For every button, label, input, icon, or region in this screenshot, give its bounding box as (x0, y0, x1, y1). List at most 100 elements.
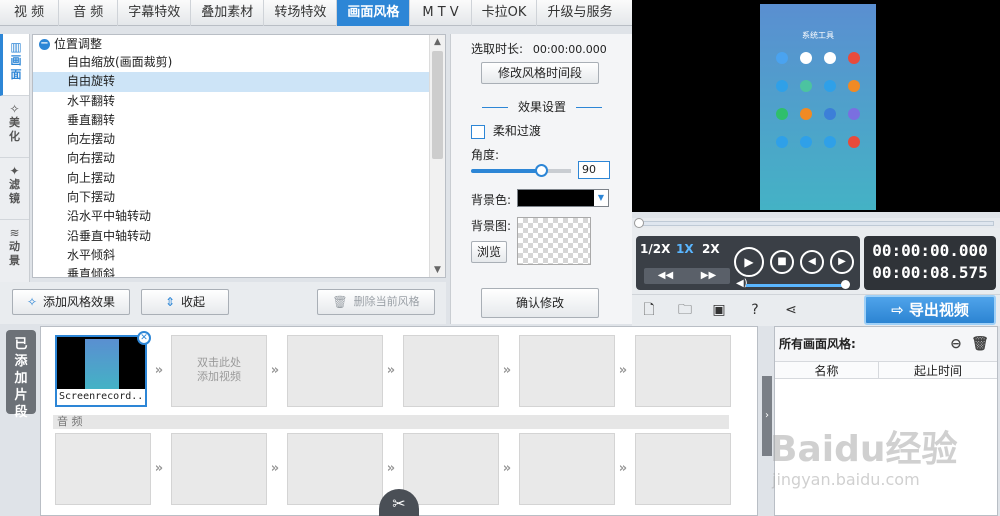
app-icon (776, 136, 788, 148)
applied-styles-header: 所有画面风格: ⊖ 🗑 (775, 327, 997, 361)
scroll-down-icon[interactable]: ▼ (430, 263, 445, 277)
list-item[interactable]: 向上摆动 (33, 169, 445, 188)
empty-clip-slot[interactable] (519, 335, 615, 407)
progress-track[interactable] (636, 221, 994, 226)
scissors-icon: ✂ (392, 494, 406, 513)
tab-subtitle-effects[interactable]: 字幕特效 (118, 0, 192, 26)
app-icon (848, 108, 860, 120)
app-icon (776, 52, 788, 64)
tab-overlay[interactable]: 叠加素材 (191, 0, 265, 26)
empty-clip-slot[interactable] (635, 335, 731, 407)
tab-mtv[interactable]: M T V (410, 0, 472, 26)
next-frame-button[interactable]: ▶ (830, 250, 854, 274)
app-icon (848, 80, 860, 92)
scroll-up-icon[interactable]: ▲ (430, 35, 445, 49)
clip-thumbnail[interactable]: Screenrecord... ✕ (55, 331, 151, 407)
tab-karaoke[interactable]: 卡拉OK (472, 0, 538, 26)
list-item[interactable]: 向左摆动 (33, 130, 445, 149)
list-item[interactable]: 垂直倾斜 (33, 265, 445, 277)
list-item[interactable]: 垂直翻转 (33, 111, 445, 130)
add-hint: 添加视频 (197, 370, 241, 383)
scroll-thumb[interactable] (432, 51, 443, 159)
clip-name: Screenrecord... (57, 389, 145, 405)
collapse-group-icon[interactable]: − (39, 38, 50, 50)
app-icon-grid (770, 52, 866, 148)
angle-slider-knob[interactable] (535, 164, 548, 177)
side-tab-beautify[interactable]: ✧ 美化 (0, 96, 29, 158)
modify-segment-button[interactable]: 修改风格时间段 (481, 62, 599, 84)
bg-color-select[interactable]: ▼ (517, 189, 609, 207)
new-project-icon[interactable]: 🗋 (640, 301, 658, 319)
back-arrow-icon[interactable]: ⊖ (947, 335, 965, 353)
remove-clip-icon[interactable]: ✕ (137, 331, 151, 345)
list-item[interactable]: 自由缩放(画面裁剪) (33, 53, 445, 72)
prev-frame-button[interactable]: ◀ (800, 250, 824, 274)
list-item[interactable]: 沿垂直中轴转动 (33, 227, 445, 246)
save-icon[interactable]: ▣ (710, 301, 728, 319)
soft-transition-checkbox[interactable] (471, 124, 485, 139)
volume-slider[interactable] (746, 284, 846, 287)
tab-audio[interactable]: 音 频 (59, 0, 119, 26)
chevron-right-icon: › (765, 410, 769, 421)
duration-value: 00:00:00.000 (532, 43, 607, 56)
angle-input[interactable]: 90 (578, 161, 610, 179)
stop-button[interactable]: ■ (770, 250, 794, 274)
app-icon (776, 108, 788, 120)
preview-frame-title: 系统工具 (802, 31, 834, 40)
main-tab-bar: 视 频 音 频 字幕特效 叠加素材 转场特效 画面风格 M T V 卡拉OK 升… (0, 0, 632, 26)
tab-transition[interactable]: 转场特效 (264, 0, 338, 26)
delete-effect-button[interactable]: 🗑 删除当前风格 (317, 289, 435, 315)
list-item[interactable]: 水平倾斜 (33, 246, 445, 265)
help-icon[interactable]: ? (746, 301, 764, 319)
side-tab-label: 滤镜 (9, 178, 20, 205)
chevron-down-icon[interactable]: ▼ (594, 190, 608, 206)
speed-half[interactable]: 1/2X (640, 242, 670, 256)
share-icon[interactable]: ⋖ (782, 301, 800, 319)
tab-upgrade[interactable]: 升级与服务 (537, 0, 622, 26)
empty-audio-slot[interactable] (519, 433, 615, 505)
side-tab-motion[interactable]: ≋ 动景 (0, 220, 29, 282)
add-effect-button[interactable]: ✧ 添加风格效果 (12, 289, 130, 315)
empty-clip-slot[interactable]: 双击此处 添加视频 (171, 335, 267, 407)
empty-audio-slot[interactable] (635, 433, 731, 505)
collapse-button[interactable]: ⇕ 收起 (141, 289, 229, 315)
list-item-selected[interactable]: 自由旋转 (33, 72, 429, 92)
collapse-arrows-icon: ⇕ (164, 295, 176, 309)
chevron-right-icon: » (618, 461, 628, 476)
play-button[interactable]: ▶ (734, 247, 764, 277)
browse-button[interactable]: 浏览 (471, 241, 507, 263)
side-tab-filter[interactable]: ✦ 滤镜 (0, 158, 29, 220)
export-video-button[interactable]: ⇨ 导出视频 (864, 295, 996, 325)
empty-clip-slot[interactable] (403, 335, 499, 407)
tab-picture-style[interactable]: 画面风格 (337, 0, 411, 26)
list-item[interactable]: 沿水平中轴转动 (33, 207, 445, 226)
trash-icon[interactable]: 🗑 (971, 335, 989, 353)
magic-wand-icon: ✧ (9, 102, 20, 116)
soft-transition-row[interactable]: 柔和过渡 (471, 122, 541, 139)
confirm-button[interactable]: 确认修改 (481, 288, 599, 318)
playback-progress[interactable] (632, 218, 1000, 228)
browse-label: 浏览 (476, 245, 501, 259)
fast-forward-icon[interactable]: ▶▶ (701, 268, 716, 284)
prev-frame-icon: ◀ (808, 256, 816, 267)
rewind-icon[interactable]: ◀◀ (658, 268, 673, 284)
side-tab-picture[interactable]: ▥ 画面 (0, 34, 29, 96)
speed-double[interactable]: 2X (702, 242, 720, 256)
empty-clip-slot[interactable] (287, 335, 383, 407)
empty-audio-slot[interactable] (287, 433, 383, 505)
volume-knob[interactable] (841, 280, 850, 289)
progress-knob[interactable] (634, 218, 644, 228)
added-clips-text: 已添加片段 (14, 337, 28, 420)
open-folder-icon[interactable]: 🗀 (676, 301, 694, 319)
list-item[interactable]: 向下摆动 (33, 188, 445, 207)
empty-audio-slot[interactable] (171, 433, 267, 505)
speed-normal[interactable]: 1X (676, 242, 694, 256)
list-item[interactable]: 水平翻转 (33, 92, 445, 111)
empty-audio-slot[interactable] (55, 433, 151, 505)
empty-audio-slot[interactable] (403, 433, 499, 505)
list-scrollbar[interactable]: ▲ ▼ (429, 35, 445, 277)
app-icon (824, 80, 836, 92)
list-item[interactable]: 向右摆动 (33, 149, 445, 168)
tab-video[interactable]: 视 频 (0, 0, 60, 26)
list-group-header[interactable]: − 位置调整 (33, 35, 445, 53)
